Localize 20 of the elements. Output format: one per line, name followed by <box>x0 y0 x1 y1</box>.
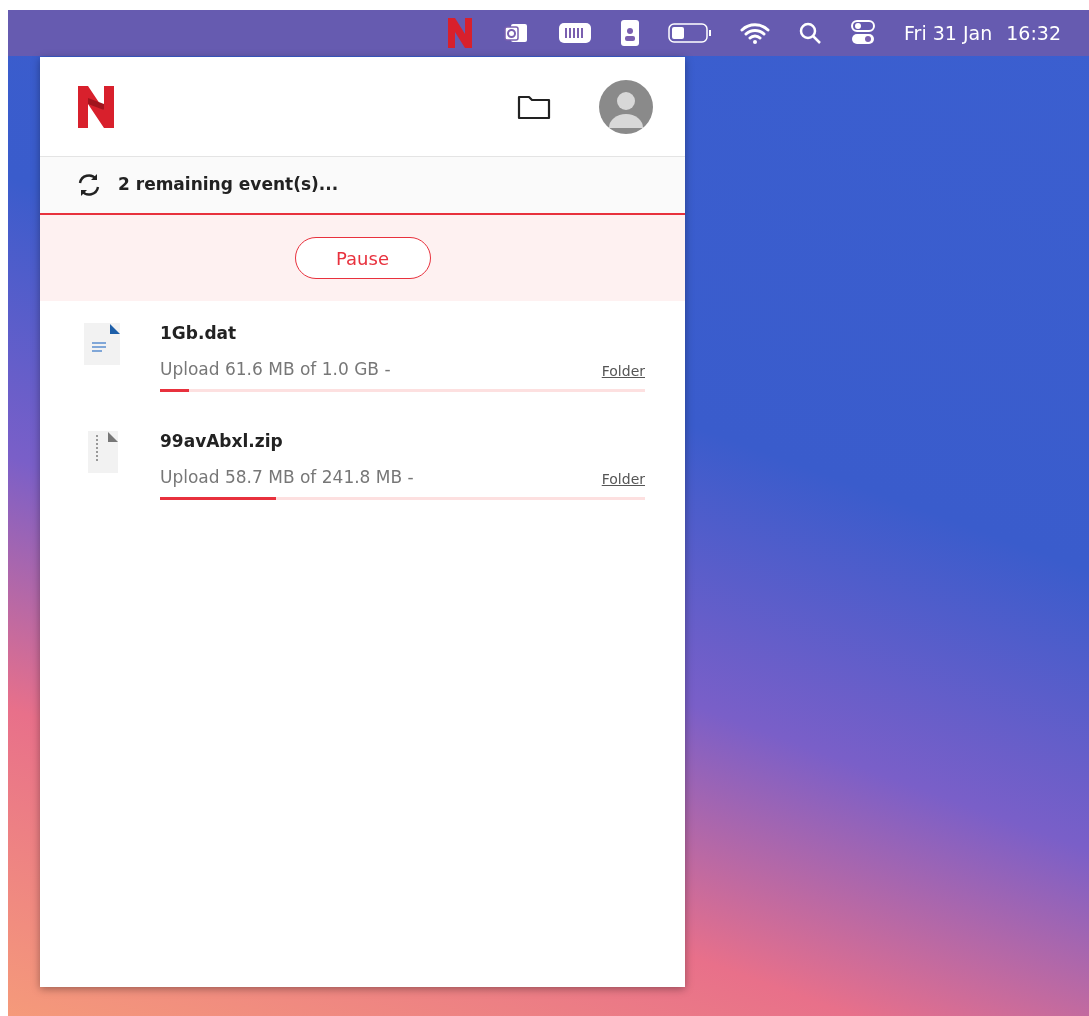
battery-icon[interactable] <box>668 22 713 44</box>
pause-button[interactable]: Pause <box>294 237 431 279</box>
file-name: 1Gb.dat <box>160 322 238 345</box>
avatar-icon[interactable] <box>599 79 653 134</box>
status-text: 2 remaining event(s)... <box>118 173 339 197</box>
file-name: 99avAbxl.zip <box>160 430 284 453</box>
folder-link[interactable]: Folder <box>601 469 645 490</box>
keyboard-icon[interactable] <box>558 21 593 45</box>
toggle-icon[interactable] <box>850 19 877 47</box>
id-badge-icon[interactable] <box>620 19 641 47</box>
menu-bar-clock: 16:32 <box>1006 20 1061 46</box>
sync-icon <box>76 173 102 197</box>
document-icon <box>82 321 122 367</box>
folder-link[interactable]: Folder <box>601 361 645 382</box>
search-icon[interactable] <box>798 21 823 45</box>
upload-progress-text: Upload 58.7 MB of 241.8 MB - <box>160 465 414 489</box>
upload-progress-text: Upload 61.6 MB of 1.0 GB - <box>160 357 391 381</box>
wifi-icon[interactable] <box>740 21 771 45</box>
menu-bar-date: Fri 31 Jan <box>904 20 993 46</box>
logo-icon <box>76 83 116 130</box>
